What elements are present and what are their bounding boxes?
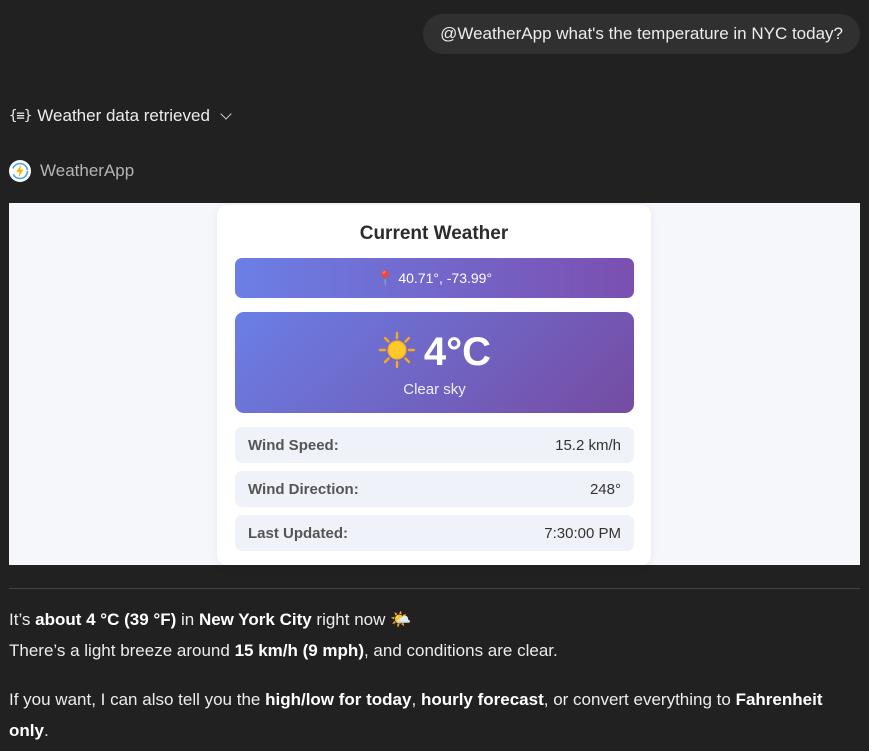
weather-card: Current Weather 📍 40.71°, -73.99° 4°C Cl…: [217, 205, 651, 565]
sun-cloud-icon: 🌤️: [390, 610, 412, 629]
wind-direction-row: Wind Direction: 248°: [235, 471, 634, 507]
temperature-panel: 4°C Clear sky: [235, 312, 634, 413]
reply-bold-hourly: hourly forecast: [420, 690, 544, 709]
divider: [9, 588, 860, 589]
reply-bold-wind: 15 km/h (9 mph): [234, 641, 364, 660]
location-pin-icon: 📍: [376, 269, 395, 286]
app-name: WeatherApp: [40, 161, 135, 180]
chevron-down-icon: [220, 108, 232, 120]
tool-status-toggle[interactable]: {≡} Weather data retrieved: [9, 103, 232, 129]
reply-text: There’s a light breeze around: [9, 641, 235, 660]
reply-text: ,: [411, 690, 421, 709]
sun-icon: [378, 331, 416, 374]
reply-text: .: [43, 721, 49, 740]
coordinates-bar: 📍 40.71°, -73.99°: [235, 258, 634, 298]
reply-text: If you want, I can also tell you the: [9, 690, 266, 709]
condition-text: Clear sky: [403, 381, 466, 398]
reply-bold-highlow: high/low for today: [265, 690, 412, 709]
reply-bold-city: New York City: [198, 610, 312, 629]
reply-text: in: [176, 610, 199, 629]
last-updated-label: Last Updated:: [248, 524, 349, 542]
wind-speed-row: Wind Speed: 15.2 km/h: [235, 427, 634, 463]
reply-paragraph-1: It’s about 4 °C (39 °F) in New York City…: [9, 604, 849, 666]
tool-status-label: Weather data retrieved: [37, 106, 210, 125]
temperature-value: 4°C: [423, 330, 492, 374]
reply-paragraph-2: If you want, I can also tell you the hig…: [9, 684, 849, 746]
braces-list-icon: {≡}: [9, 108, 32, 124]
reply-text: , or convert everything to: [543, 690, 736, 709]
last-updated-value: 7:30:00 PM: [544, 524, 621, 542]
reply-text: It’s: [9, 610, 36, 629]
reply-text: , and conditions are clear.: [363, 641, 558, 660]
card-title: Current Weather: [359, 223, 509, 244]
wind-speed-label: Wind Speed:: [248, 436, 339, 454]
lightning-logo-icon: [9, 160, 31, 182]
weather-widget: Current Weather 📍 40.71°, -73.99° 4°C Cl…: [9, 203, 860, 565]
last-updated-row: Last Updated: 7:30:00 PM: [235, 515, 634, 551]
coordinates-text: 40.71°, -73.99°: [398, 270, 493, 286]
reply-bold-temp: about 4 °C (39 °F): [35, 610, 177, 629]
wind-direction-label: Wind Direction:: [248, 480, 359, 498]
user-message-bubble: @WeatherApp what's the temperature in NY…: [423, 14, 860, 54]
wind-direction-value: 248°: [589, 480, 621, 498]
wind-speed-value: 15.2 km/h: [555, 436, 621, 454]
app-header: WeatherApp: [9, 159, 134, 183]
user-message-text: @WeatherApp what's the temperature in NY…: [440, 24, 843, 43]
reply-text: right now: [311, 610, 391, 629]
